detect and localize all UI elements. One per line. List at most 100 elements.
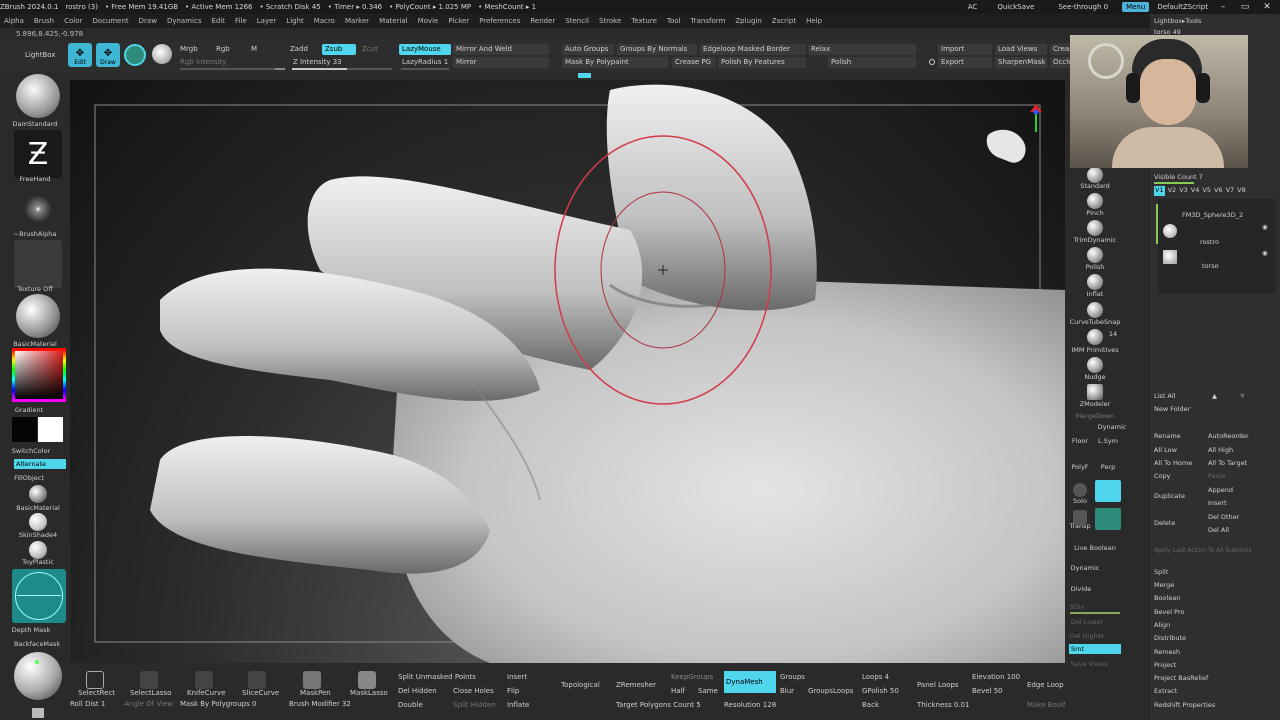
depth-mask-gizmo-icon[interactable] [12,569,66,623]
same-button[interactable]: Same [698,687,718,695]
back-button[interactable]: Back [862,701,879,709]
ghost-icon[interactable] [1095,508,1121,530]
minimize-icon[interactable]: – [1216,2,1230,12]
insert-subtool-button[interactable]: Insert [1208,499,1227,507]
copy-button[interactable]: Copy [1154,472,1171,480]
freehand-stroke-icon[interactable]: Ƶ [14,130,62,178]
live-boolean-button[interactable]: Live Boolean [1065,544,1125,552]
elevation-slider[interactable]: Elevation 100 [972,673,1020,681]
merge-menu[interactable]: Merge [1154,581,1174,589]
polish-by-features-button[interactable]: Polish By Features [718,57,806,68]
edit-button[interactable]: ✥ Edit [68,43,92,67]
inflate-slider[interactable]: Inflate [507,701,529,709]
scale-mode-icon[interactable] [152,44,172,64]
mergedown-button[interactable]: MergeDown [1065,412,1125,420]
boolean-menu[interactable]: Boolean [1154,594,1180,602]
polyf-button[interactable]: PolyF [1065,463,1095,471]
version-v2[interactable]: V2 [1168,186,1177,196]
switchcolor-label[interactable]: SwitchColor [0,447,66,455]
menu-stencil[interactable]: Stencil [565,17,589,25]
rgb-intensity-slider[interactable]: Rgb Intensity [177,57,229,68]
close-icon[interactable]: ✕ [1260,2,1274,12]
damstandard-brush-icon[interactable] [16,74,60,118]
mask-by-polypaint-button[interactable]: Mask By Polypaint [562,57,668,68]
del-hidden-button[interactable]: Del Hidden [398,687,437,695]
version-v8[interactable]: V8 [1237,186,1246,196]
lightbox-tools-breadcrumb[interactable]: Lightbox▸Tools [1154,17,1201,25]
brush-modifier-slider[interactable]: Brush Modifier 32 [289,700,351,708]
orientation-head-icon[interactable] [986,129,1026,163]
eye-icon[interactable]: ◉ [1262,249,1268,257]
polish-slider[interactable]: Polish [828,57,916,68]
close-holes-button[interactable]: Close Holes [453,687,494,695]
slicecurve-icon[interactable] [248,671,266,689]
zadd-button[interactable]: Zadd [287,44,311,55]
del-higher-button[interactable]: Del Higher [1057,632,1117,640]
sharpenmask-button[interactable]: SharpenMask [995,57,1047,68]
del-all-button[interactable]: Del All [1208,526,1229,534]
menu-color[interactable]: Color [64,17,82,25]
m-button[interactable]: M [248,44,260,55]
menu-help[interactable]: Help [806,17,822,25]
maximize-icon[interactable]: ▭ [1238,2,1252,12]
menu-button[interactable]: Menu [1122,2,1150,12]
apply-last-action-button[interactable]: Apply Last Action To All Subtools [1154,547,1251,554]
floor-button[interactable]: Floor [1065,437,1095,445]
menu-edit[interactable]: Edit [211,17,225,25]
angle-of-view-slider[interactable]: Angle Of View [124,700,173,708]
mirror-button[interactable]: Mirror [453,57,549,68]
list-all-button[interactable]: List All [1154,392,1176,400]
fillobject-button[interactable]: FillObject [0,474,64,482]
menu-preferences[interactable]: Preferences [479,17,520,25]
groupsloops-button[interactable]: GroupsLoops [808,687,853,695]
quicksave-button[interactable]: QuickSave [997,3,1034,11]
version-v4[interactable]: V4 [1191,186,1200,196]
rgb-button[interactable]: Rgb [213,44,233,55]
zmodeler-brush-icon[interactable] [1087,384,1103,400]
split-unmasked-points-button[interactable]: Split Unmasked Points [398,673,476,681]
lsym-button[interactable]: L.Sym [1093,437,1123,445]
blur-slider[interactable]: Blur [780,687,794,695]
resolution-slider[interactable]: Resolution 128 [724,701,776,709]
menu-render[interactable]: Render [530,17,555,25]
lazymouse-button[interactable]: LazyMouse [399,44,451,55]
pinch-brush-icon[interactable] [1087,193,1103,209]
all-to-target-button[interactable]: All To Target [1208,459,1247,467]
lightbox-button[interactable]: LightBox [22,50,58,61]
save-file-icon[interactable] [32,708,44,718]
menu-movie[interactable]: Movie [418,17,439,25]
panel-loops-button[interactable]: Panel Loops [917,681,959,689]
del-lower-button[interactable]: Del Lower [1057,618,1117,626]
canvas-viewport[interactable] [70,80,1065,663]
thickness-slider[interactable]: Thickness 0.01 [917,701,969,709]
menu-draw[interactable]: Draw [139,17,157,25]
imm-primitives-brush-icon[interactable] [1087,329,1103,345]
perp-button[interactable]: Perp [1093,463,1123,471]
eye-icon[interactable]: ◉ [1262,223,1268,231]
load-views-button[interactable]: Load Views [995,44,1047,55]
dynamesh-button[interactable]: DynaMesh [724,671,776,693]
menu-tool[interactable]: Tool [667,17,681,25]
export-button[interactable]: Export [938,57,992,68]
rename-button[interactable]: Rename [1154,432,1181,440]
knifecurve-icon[interactable] [195,671,213,689]
menu-transform[interactable]: Transform [691,17,726,25]
menu-alpha[interactable]: Alpha [4,17,24,25]
menu-zplugin[interactable]: Zplugin [735,17,761,25]
trimdynamic-brush-icon[interactable] [1087,220,1103,236]
all-to-home-button[interactable]: All To Home [1154,459,1192,467]
gpolish-slider[interactable]: GPolish 50 [862,687,899,695]
zsub-button[interactable]: Zsub [322,44,356,55]
make-boolm-button[interactable]: Make BoolM [1027,701,1069,709]
align-menu[interactable]: Align [1154,621,1170,629]
material-sphere-icon[interactable] [16,294,60,338]
menu-dynamics[interactable]: Dynamics [167,17,202,25]
keepgroups-button[interactable]: KeepGroups [671,673,713,681]
groups-button[interactable]: Groups [780,673,805,681]
selectlasso-label[interactable]: SelectLasso [130,689,171,697]
subtool-item-active[interactable]: ◉ torso [1158,247,1276,273]
bevel-slider[interactable]: Bevel 50 [972,687,1003,695]
mirror-and-weld-button[interactable]: Mirror And Weld [453,44,549,55]
topological-button[interactable]: Topological [561,681,600,689]
toyplastic-sphere-icon[interactable] [29,541,47,559]
